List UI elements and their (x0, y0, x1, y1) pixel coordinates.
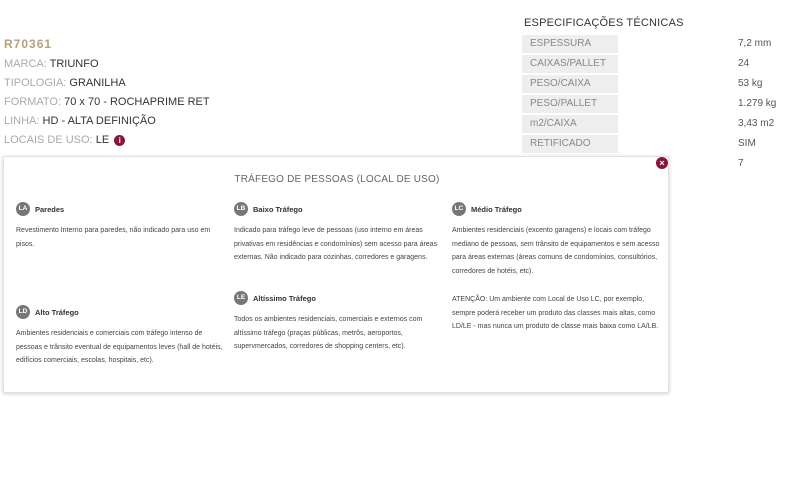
class-ld: LD Alto Tráfego Ambientes residenciais e… (16, 305, 226, 368)
class-name-ld: Alto Tráfego (35, 307, 79, 317)
class-desc-la: Revestimento Interno para paredes, não i… (16, 227, 211, 248)
spec-row: PESO/PALLET 1.279 kg (522, 95, 800, 113)
class-badge-le: LE (234, 291, 248, 305)
attr-linha-label: LINHA: (4, 115, 40, 127)
attr-formato: FORMATO: 70 x 70 - ROCHAPRIME RET (4, 96, 210, 108)
specs-title: ESPECIFICAÇÕES TÉCNICAS (524, 17, 684, 29)
attr-tipologia-value: GRANILHA (69, 77, 126, 89)
class-name-lb: Baixo Tráfego (253, 204, 303, 214)
spec-value: 7,2 mm (738, 38, 772, 49)
spec-row: CAIXAS/PALLET 24 (522, 55, 800, 73)
class-name-le: Altíssimo Tráfego (253, 293, 316, 303)
spec-label: RETIFICADO (522, 135, 618, 153)
class-badge-lc: LC (452, 202, 466, 216)
class-badge-ld: LD (16, 305, 30, 319)
attr-formato-label: FORMATO: (4, 96, 62, 108)
spec-label: CAIXAS/PALLET (522, 55, 618, 73)
spec-row: RETIFICADO SIM (522, 135, 800, 153)
product-code: R70361 (4, 37, 53, 51)
attention-note: ATENÇÃO: Um ambiente com Local de Uso LC… (452, 293, 660, 334)
spec-row: ESPESSURA 7,2 mm (522, 35, 800, 53)
attr-marca: MARCA: TRIUNFO (4, 58, 99, 70)
attr-linha-value: HD - ALTA DEFINIÇÃO (42, 115, 156, 127)
attr-locais: LOCAIS DE USO: LE i (4, 134, 126, 146)
spec-label: ESPESSURA (522, 35, 618, 53)
attr-formato-value: 70 x 70 - ROCHAPRIME RET (64, 96, 210, 108)
attr-locais-value: LE (95, 134, 110, 146)
attr-locais-label: LOCAIS DE USO: (4, 134, 93, 146)
spec-label: PESO/PALLET (522, 95, 618, 113)
info-icon[interactable]: i (114, 134, 126, 146)
spec-value: 7 (738, 158, 744, 169)
class-name-la: Paredes (35, 204, 65, 214)
class-le: LE Altíssimo Tráfego Todos os ambientes … (234, 291, 439, 354)
popup-title: TRÁFEGO DE PESSOAS (LOCAL DE USO) (234, 174, 440, 185)
attr-tipologia: TIPOLOGIA: GRANILHA (4, 77, 126, 89)
class-desc-lb: Indicado para tráfego leve de pessoas (u… (234, 227, 438, 261)
class-name-lc: Médio Tráfego (471, 204, 522, 214)
class-lb: LB Baixo Tráfego Indicado para tráfego l… (234, 202, 439, 265)
class-lc: LC Médio Tráfego Ambientes residenciais … (452, 202, 660, 278)
class-badge-lb: LB (234, 202, 248, 216)
spec-row: PESO/CAIXA 53 kg (522, 75, 800, 93)
spec-row: m2/CAIXA 3,43 m2 (522, 115, 800, 133)
class-desc-ld: Ambientes residenciais e comerciais com … (16, 330, 223, 364)
spec-value: 1.279 kg (738, 98, 777, 109)
spec-value: 24 (738, 58, 750, 69)
spec-label: m2/CAIXA (522, 115, 618, 133)
attr-marca-value: TRIUNFO (49, 58, 99, 70)
spec-value: 53 kg (738, 78, 763, 89)
class-desc-le: Todos os ambientes residenciais, comerci… (234, 316, 423, 350)
attr-marca-label: MARCA: (4, 58, 47, 70)
class-la: LA Paredes Revestimento Interno para par… (16, 202, 226, 251)
attr-linha: LINHA: HD - ALTA DEFINIÇÃO (4, 115, 156, 127)
class-desc-lc: Ambientes residenciais (excento garagens… (452, 227, 660, 275)
spec-value: SIM (738, 138, 756, 149)
traffic-info-popup: TRÁFEGO DE PESSOAS (LOCAL DE USO) LA Par… (3, 156, 669, 393)
close-icon[interactable]: × (656, 157, 668, 169)
attention-text: ATENÇÃO: Um ambiente com Local de Uso LC… (452, 296, 659, 330)
spec-label: PESO/CAIXA (522, 75, 618, 93)
attr-tipologia-label: TIPOLOGIA: (4, 77, 67, 89)
spec-value: 3,43 m2 (738, 118, 775, 129)
class-badge-la: LA (16, 202, 30, 216)
